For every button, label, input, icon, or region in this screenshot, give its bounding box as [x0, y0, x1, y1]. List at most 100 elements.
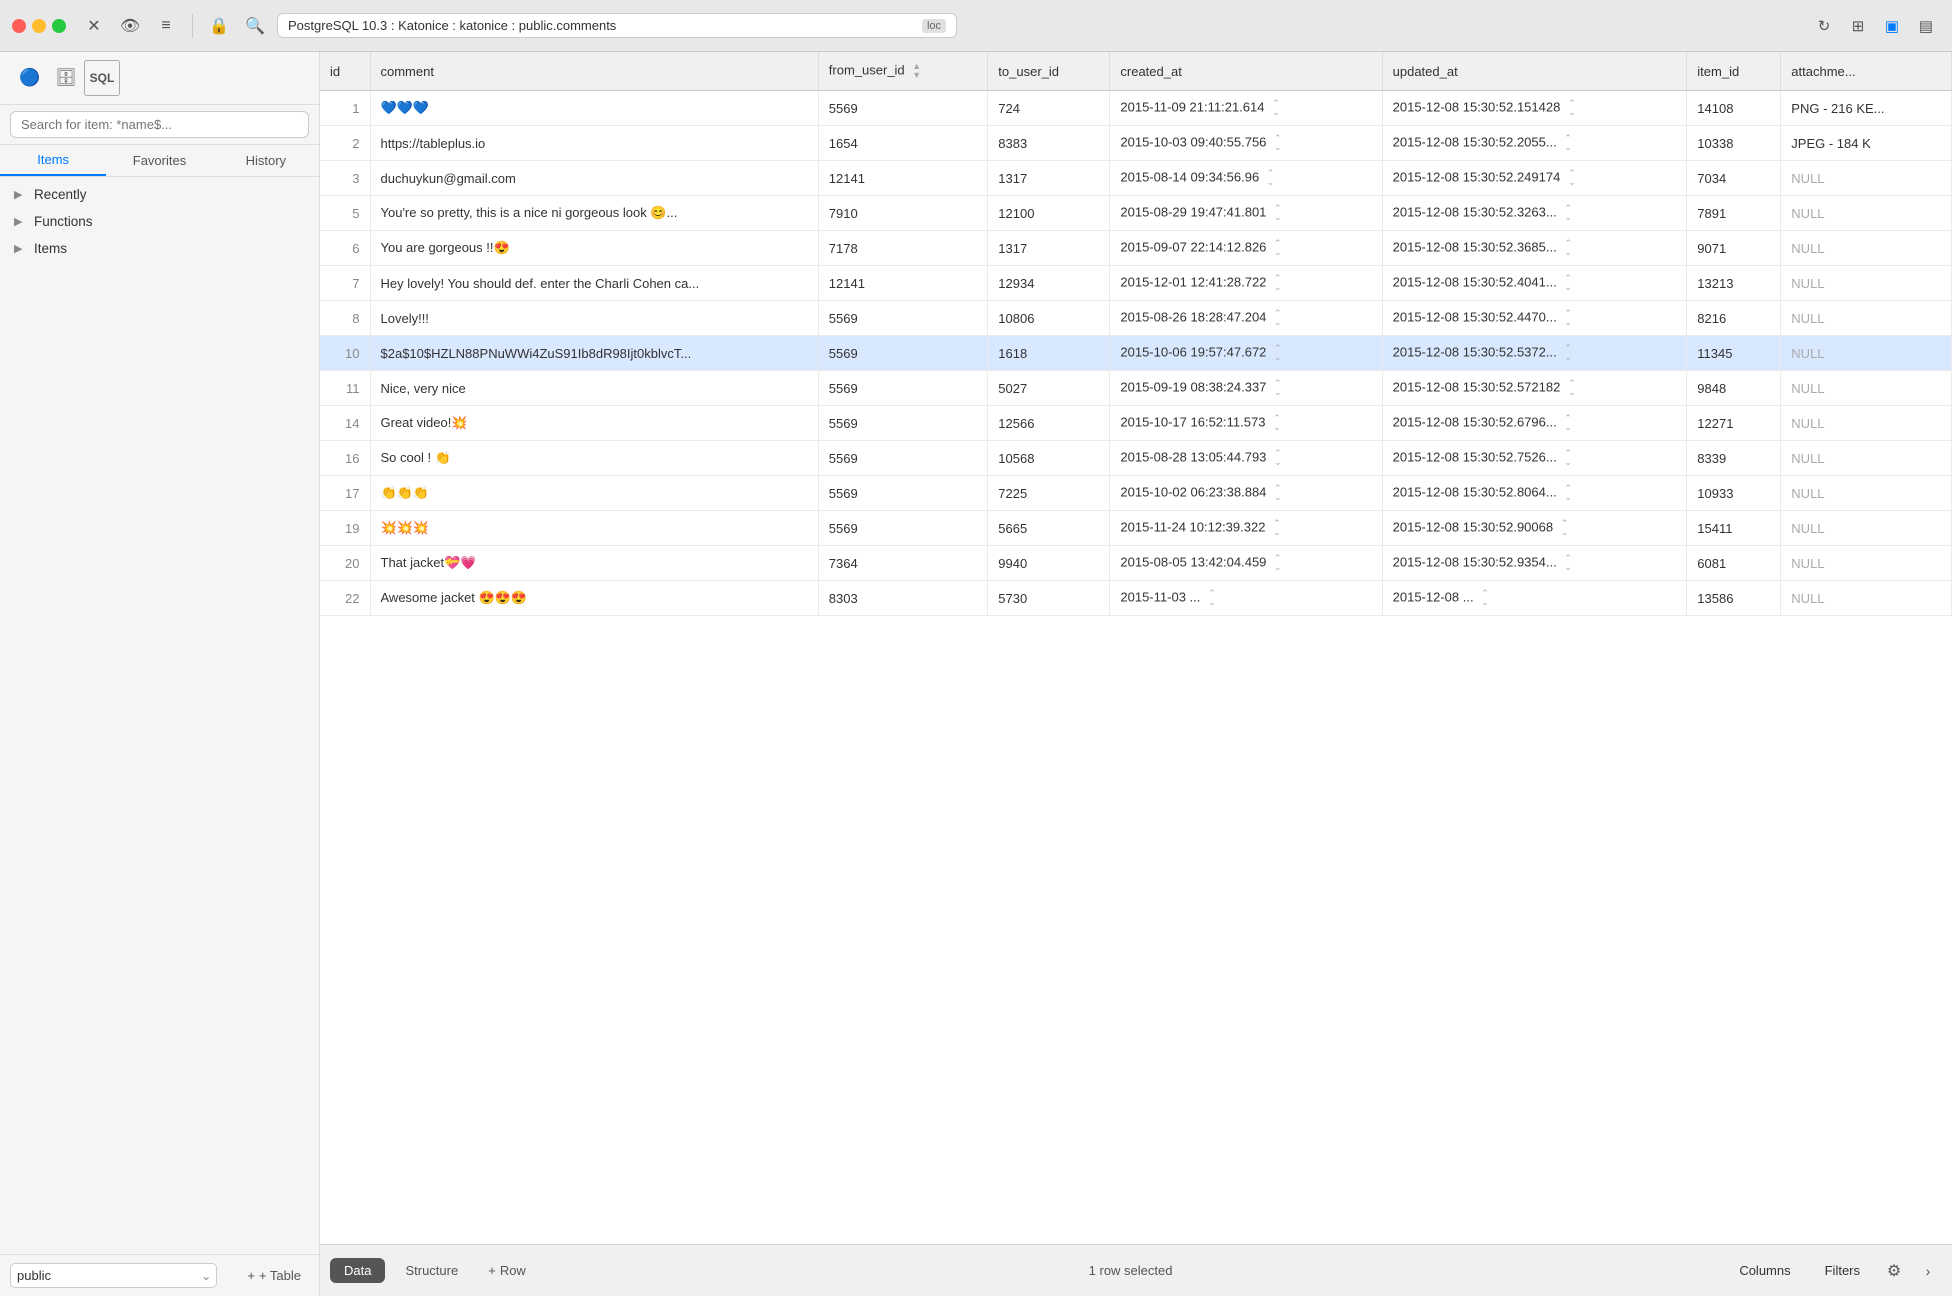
table-cell: 16	[320, 441, 370, 476]
maximize-button[interactable]	[52, 19, 66, 33]
add-table-button[interactable]: + + Table	[239, 1264, 309, 1287]
panel-icon[interactable]: ▤	[1912, 12, 1940, 40]
table-row[interactable]: 11Nice, very nice556950272015-09-19 08:3…	[320, 371, 1952, 406]
table-row[interactable]: 20That jacket💝💗736499402015-08-05 13:42:…	[320, 546, 1952, 581]
add-row-label: Row	[500, 1263, 526, 1278]
table-cell: 2015-12-08 15:30:52.4041... ⌃⌄	[1382, 266, 1687, 301]
table-row[interactable]: 7Hey lovely! You should def. enter the C…	[320, 266, 1952, 301]
list-icon[interactable]: ≡	[152, 12, 180, 40]
table-cell: 12566	[988, 406, 1110, 441]
table-cell: 2015-08-14 09:34:56.96 ⌃⌄	[1110, 161, 1382, 196]
table-cell: 14	[320, 406, 370, 441]
sort-icon: ⌃⌄	[1274, 379, 1282, 397]
table-cell: 7	[320, 266, 370, 301]
sidebar-item-items[interactable]: ▶ Items	[0, 235, 319, 262]
col-created-at: created_at	[1110, 52, 1382, 91]
sort-icon: ⌃⌄	[1273, 414, 1281, 432]
grid-icon[interactable]: ⊞	[1844, 12, 1872, 40]
table-row[interactable]: 19💥💥💥556956652015-11-24 10:12:39.322 ⌃⌄2…	[320, 511, 1952, 546]
table-cell: duchuykun@gmail.com	[370, 161, 818, 196]
table-row[interactable]: 10$2a$10$HZLN88PNuWWi4ZuS91Ib8dR98Ijt0kb…	[320, 336, 1952, 371]
sidebar-db-icon[interactable]: 🔵	[12, 60, 48, 96]
tab-favorites[interactable]: Favorites	[106, 145, 212, 176]
minimize-button[interactable]	[32, 19, 46, 33]
search-icon[interactable]: 🔍	[241, 12, 269, 40]
sort-icon: ⌃⌄	[1564, 554, 1572, 572]
data-tab-button[interactable]: Data	[330, 1258, 385, 1283]
table-cell: 6081	[1687, 546, 1781, 581]
table-cell: NULL	[1781, 301, 1952, 336]
close-button[interactable]	[12, 19, 26, 33]
address-bar[interactable]: PostgreSQL 10.3 : Katonice : katonice : …	[277, 13, 957, 38]
sidebar-sql-icon[interactable]: SQL	[84, 60, 120, 96]
table-cell: 2015-12-08 15:30:52.5372... ⌃⌄	[1382, 336, 1687, 371]
sidebar-table-icon[interactable]: 🗄	[48, 60, 84, 96]
table-cell: 5569	[818, 476, 987, 511]
sort-icon: ⌃⌄	[1274, 484, 1282, 502]
columns-button[interactable]: Columns	[1725, 1258, 1804, 1283]
sort-icon: ⌃⌄	[1274, 554, 1282, 572]
table-cell: 2015-12-08 15:30:52.4470... ⌃⌄	[1382, 301, 1687, 336]
structure-tab-button[interactable]: Structure	[391, 1258, 472, 1283]
table-cell: NULL	[1781, 371, 1952, 406]
table-cell: 12934	[988, 266, 1110, 301]
table-row[interactable]: 22Awesome jacket 😍😍😍830357302015-11-03 .…	[320, 581, 1952, 616]
add-row-button[interactable]: + Row	[478, 1258, 536, 1283]
table-row[interactable]: 8Lovely!!!5569108062015-08-26 18:28:47.2…	[320, 301, 1952, 336]
table-row[interactable]: 17👏👏👏556972252015-10-02 06:23:38.884 ⌃⌄2…	[320, 476, 1952, 511]
table-cell: NULL	[1781, 336, 1952, 371]
tab-items[interactable]: Items	[0, 145, 106, 176]
layout-icon[interactable]: ▣	[1878, 12, 1906, 40]
sort-icon: ⌃⌄	[1274, 449, 1282, 467]
col-comment: comment	[370, 52, 818, 91]
eye-icon[interactable]: 👁	[116, 12, 144, 40]
bottombar: Data Structure + Row 1 row selected Colu…	[320, 1244, 1952, 1296]
refresh-icon[interactable]: ↻	[1810, 12, 1838, 40]
table-row[interactable]: 14Great video!💥5569125662015-10-17 16:52…	[320, 406, 1952, 441]
filters-button[interactable]: Filters	[1811, 1258, 1874, 1283]
sort-icon: ⌃⌄	[1564, 239, 1572, 257]
status-bar: 1 row selected	[542, 1263, 1719, 1278]
table-cell: 2015-08-26 18:28:47.204 ⌃⌄	[1110, 301, 1382, 336]
table-row[interactable]: 1💙💙💙55697242015-11-09 21:11:21.614 ⌃⌄201…	[320, 91, 1952, 126]
table-row[interactable]: 2https://tableplus.io165483832015-10-03 …	[320, 126, 1952, 161]
table-cell: 2015-12-01 12:41:28.722 ⌃⌄	[1110, 266, 1382, 301]
table-cell: 1317	[988, 161, 1110, 196]
table-cell: 5569	[818, 301, 987, 336]
table-cell: NULL	[1781, 511, 1952, 546]
status-text: 1 row selected	[1089, 1263, 1173, 1278]
table-cell: 2015-10-03 09:40:55.756 ⌃⌄	[1110, 126, 1382, 161]
col-id: id	[320, 52, 370, 91]
table-cell: 7034	[1687, 161, 1781, 196]
chevron-right-icon[interactable]: ›	[1914, 1257, 1942, 1285]
table-row[interactable]: 3duchuykun@gmail.com1214113172015-08-14 …	[320, 161, 1952, 196]
close-icon[interactable]: ✕	[80, 12, 108, 40]
table-row[interactable]: 16So cool ! 👏5569105682015-08-28 13:05:4…	[320, 441, 1952, 476]
table-cell: NULL	[1781, 266, 1952, 301]
table-wrap[interactable]: id comment from_user_id ▲▼ to_user_id	[320, 52, 1952, 1244]
table-cell: 8216	[1687, 301, 1781, 336]
sort-icon: ⌃⌄	[1564, 204, 1572, 222]
table-row[interactable]: 5You're so pretty, this is a nice ni gor…	[320, 196, 1952, 231]
sidebar-item-functions[interactable]: ▶ Functions	[0, 208, 319, 235]
sort-icon: ⌃⌄	[1481, 589, 1489, 607]
table-cell: 5569	[818, 336, 987, 371]
table-cell: 12141	[818, 161, 987, 196]
lock-icon[interactable]: 🔒	[205, 12, 233, 40]
table-cell: 2015-08-05 13:42:04.459 ⌃⌄	[1110, 546, 1382, 581]
table-cell: 2015-12-08 15:30:52.90068 ⌃⌄	[1382, 511, 1687, 546]
plus-icon: +	[488, 1263, 496, 1278]
tab-history[interactable]: History	[213, 145, 319, 176]
sort-icon: ⌃⌄	[1274, 239, 1282, 257]
table-row[interactable]: 6You are gorgeous !!😍717813172015-09-07 …	[320, 231, 1952, 266]
table-cell: 7178	[818, 231, 987, 266]
content-area: id comment from_user_id ▲▼ to_user_id	[320, 52, 1952, 1296]
table-cell: Great video!💥	[370, 406, 818, 441]
table-cell: 2015-12-08 ... ⌃⌄	[1382, 581, 1687, 616]
search-input[interactable]	[10, 111, 309, 138]
schema-select[interactable]: public	[10, 1263, 217, 1288]
gear-icon[interactable]: ⚙	[1880, 1257, 1908, 1285]
sidebar-item-recently[interactable]: ▶ Recently	[0, 181, 319, 208]
chevron-right-icon: ▶	[14, 188, 28, 201]
table-cell: 7910	[818, 196, 987, 231]
